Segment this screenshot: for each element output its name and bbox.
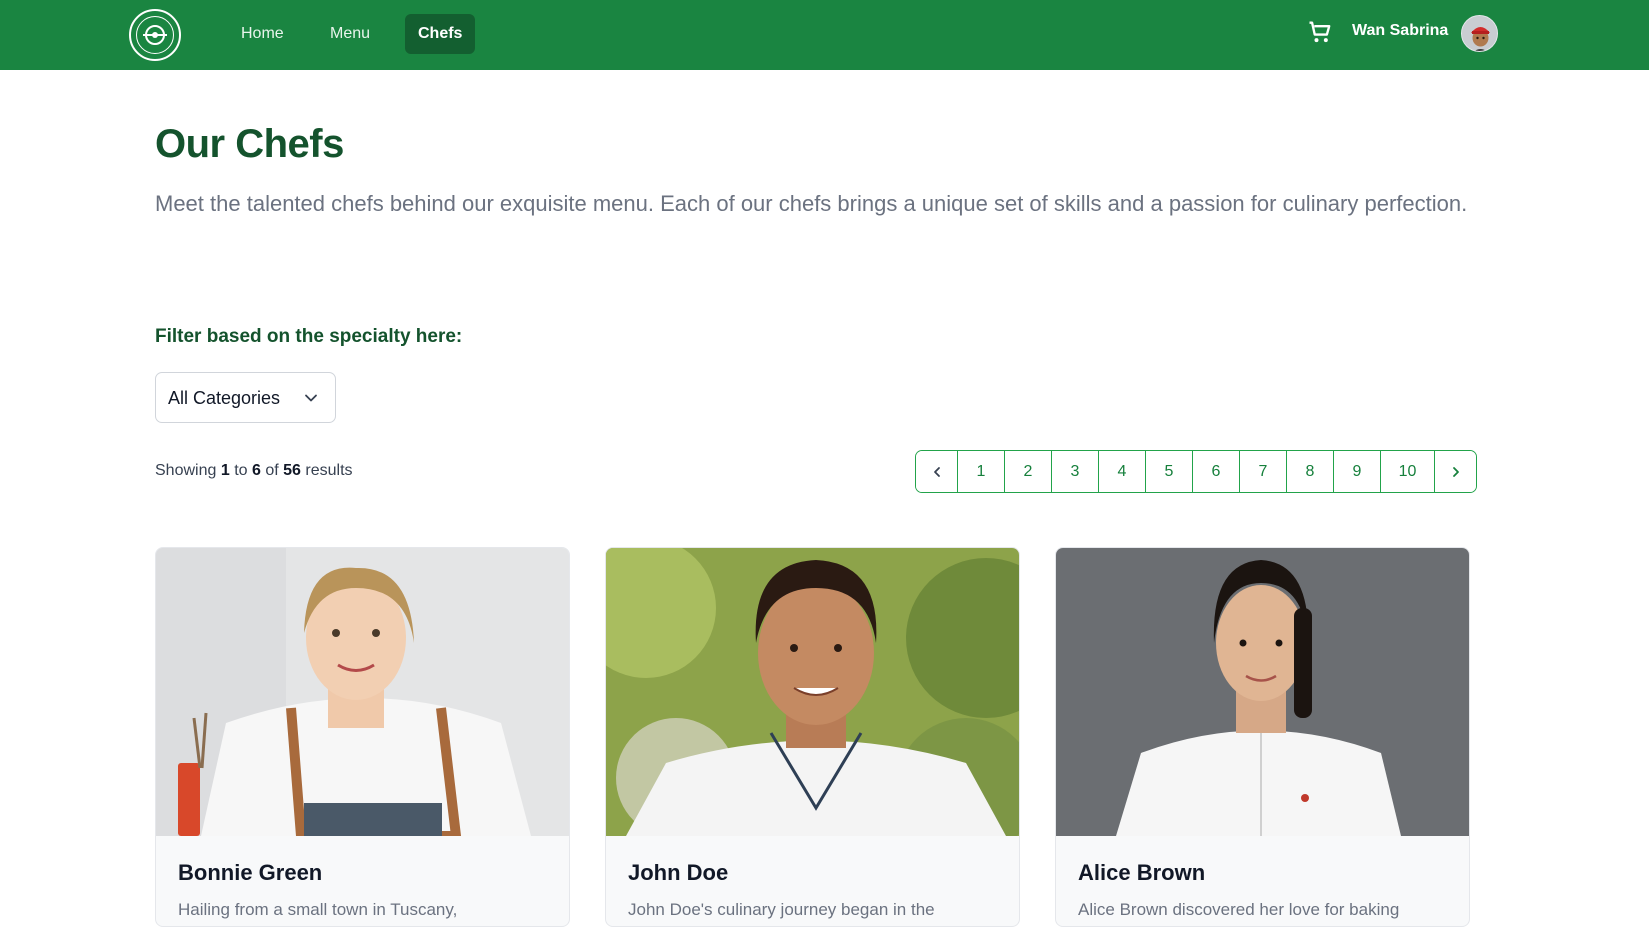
pagination-page-7[interactable]: 7 bbox=[1240, 451, 1287, 492]
cart-icon[interactable] bbox=[1306, 18, 1334, 46]
results-suffix: results bbox=[305, 462, 353, 479]
pagination-next-button[interactable] bbox=[1435, 451, 1476, 492]
chef-name[interactable]: Bonnie Green bbox=[178, 860, 322, 886]
avatar-image bbox=[1462, 16, 1497, 51]
pagination-page-1[interactable]: 1 bbox=[958, 451, 1005, 492]
chef-name[interactable]: Alice Brown bbox=[1078, 860, 1205, 886]
filter-label: Filter based on the specialty here: bbox=[155, 326, 463, 347]
nav-chefs-link[interactable]: Chefs bbox=[405, 14, 476, 54]
chef-photo-image bbox=[1056, 548, 1469, 836]
page-description: Meet the talented chefs behind our exqui… bbox=[155, 191, 1468, 216]
chevron-right-icon bbox=[1452, 466, 1459, 477]
results-prefix: Showing bbox=[155, 462, 217, 479]
user-avatar[interactable] bbox=[1461, 15, 1498, 52]
chef-bio: John Doe's culinary journey began in the bbox=[628, 900, 935, 919]
pagination-page-10[interactable]: 10 bbox=[1381, 451, 1435, 492]
results-summary: Showing 1 to 6 of 56 results bbox=[155, 462, 353, 480]
pagination-page-3[interactable]: 3 bbox=[1052, 451, 1099, 492]
results-to: 6 bbox=[251, 462, 261, 479]
results-to-word: to bbox=[234, 462, 248, 479]
chef-photo[interactable] bbox=[156, 548, 569, 836]
specialty-select-value: All Categories bbox=[168, 388, 281, 408]
chef-photo-image bbox=[606, 548, 1019, 836]
plate-icon bbox=[143, 25, 167, 45]
pagination-page-2[interactable]: 2 bbox=[1005, 451, 1052, 492]
pagination-page-4[interactable]: 4 bbox=[1099, 451, 1146, 492]
pagination: 1 2 3 4 5 6 7 8 9 10 bbox=[915, 450, 1477, 493]
chef-card[interactable]: Bonnie Green Hailing from a small town i… bbox=[155, 547, 570, 927]
chevron-left-icon bbox=[933, 466, 940, 477]
chef-bio: Alice Brown discovered her love for baki… bbox=[1078, 900, 1400, 919]
nav-menu-link[interactable]: Menu bbox=[317, 14, 383, 54]
page-title: Our Chefs bbox=[155, 122, 344, 166]
chef-bio: Hailing from a small town in Tuscany, bbox=[178, 900, 458, 919]
pagination-page-6[interactable]: 6 bbox=[1193, 451, 1240, 492]
pagination-prev-button[interactable] bbox=[916, 451, 958, 492]
pagination-page-5[interactable]: 5 bbox=[1146, 451, 1193, 492]
chef-card[interactable]: John Doe John Doe's culinary journey beg… bbox=[605, 547, 1020, 927]
top-navbar: Home Menu Chefs Wan Sabrina bbox=[0, 0, 1649, 70]
chef-photo[interactable] bbox=[606, 548, 1019, 836]
restaurant-logo[interactable] bbox=[129, 9, 181, 61]
nav-home-link[interactable]: Home bbox=[228, 14, 297, 54]
chevron-down-icon bbox=[305, 394, 317, 402]
chef-name[interactable]: John Doe bbox=[628, 860, 728, 886]
results-of-word: of bbox=[265, 462, 279, 479]
chef-photo[interactable] bbox=[1056, 548, 1469, 836]
pagination-page-9[interactable]: 9 bbox=[1334, 451, 1381, 492]
results-total: 56 bbox=[283, 462, 301, 479]
specialty-select[interactable]: All Categories bbox=[155, 372, 336, 423]
user-name[interactable]: Wan Sabrina bbox=[1352, 22, 1448, 40]
pagination-page-8[interactable]: 8 bbox=[1287, 451, 1334, 492]
chef-card[interactable]: Alice Brown Alice Brown discovered her l… bbox=[1055, 547, 1470, 927]
results-from: 1 bbox=[220, 462, 230, 479]
chef-photo-image bbox=[156, 548, 569, 836]
